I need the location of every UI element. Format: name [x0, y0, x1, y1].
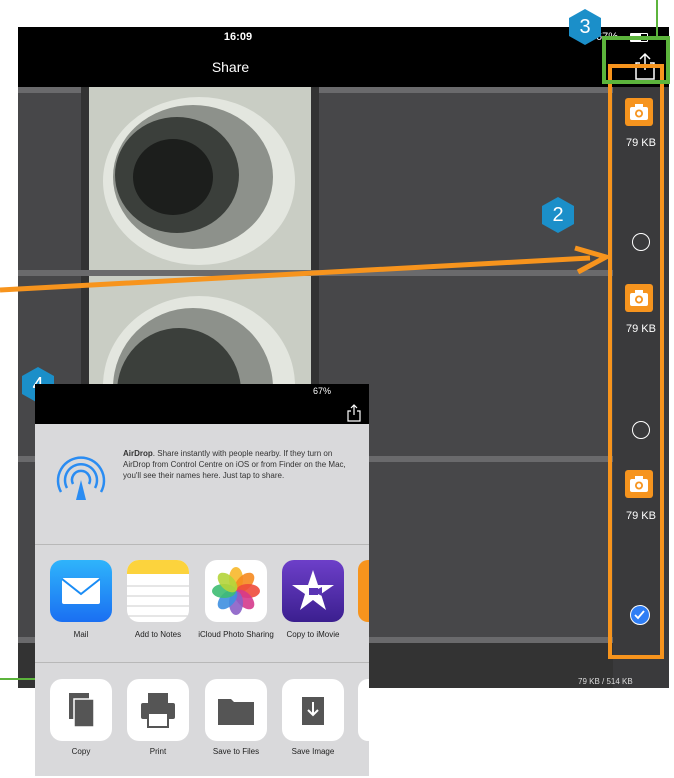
divider — [35, 662, 369, 663]
status-time: 16:09 — [223, 31, 253, 43]
copy-icon[interactable] — [50, 679, 112, 741]
folder-icon[interactable] — [205, 679, 267, 741]
app-label: Add to Notes — [134, 630, 182, 639]
action-label: Print — [149, 747, 167, 756]
action-label: Save Image — [291, 747, 335, 756]
leader-line — [0, 678, 36, 680]
app-label: iCloud Photo Sharing — [198, 630, 274, 639]
share-sheet: 67% AirDrop. Share instantly with people… — [35, 384, 369, 776]
total-size: 79 KB / 514 KB — [578, 677, 633, 686]
divider — [35, 544, 369, 545]
more-app-icon[interactable] — [358, 560, 369, 622]
step-badge: 2 — [541, 196, 575, 234]
sheet-status-bar: 67% — [35, 384, 369, 424]
airdrop-description: AirDrop. Share instantly with people nea… — [123, 449, 346, 480]
more-action-icon[interactable] — [358, 679, 369, 741]
action-label: Save to Files — [212, 747, 260, 756]
mail-icon[interactable] — [50, 560, 112, 622]
imovie-icon[interactable] — [282, 560, 344, 622]
notes-icon[interactable] — [127, 560, 189, 622]
highlight-box-select-column — [608, 64, 664, 659]
airdrop-icon — [56, 456, 106, 500]
save-image-icon[interactable] — [282, 679, 344, 741]
nav-bar: Share — [18, 47, 669, 87]
app-label: Mail — [73, 630, 89, 639]
leader-line — [656, 0, 658, 36]
highlight-box-share-button — [602, 36, 670, 84]
action-label: Copy — [71, 747, 91, 756]
step-badge: 3 — [568, 8, 602, 46]
photos-icon[interactable] — [205, 560, 267, 622]
page-title: Share — [211, 59, 250, 75]
arrow-annotation — [0, 245, 612, 293]
battery-level: 67% — [313, 386, 332, 396]
app-label: Copy to iMovie — [286, 630, 340, 639]
print-icon[interactable] — [127, 679, 189, 741]
